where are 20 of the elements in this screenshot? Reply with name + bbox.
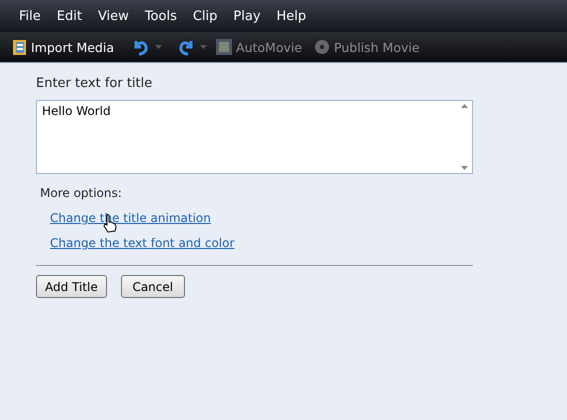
disc-icon <box>314 39 330 55</box>
dialog-button[interactable]: Add Title <box>36 275 107 298</box>
redo-icon <box>178 38 194 56</box>
menu-item[interactable]: File <box>11 8 49 24</box>
import-media-button[interactable]: Import Media <box>10 38 118 56</box>
menu-item[interactable]: Play <box>225 8 269 24</box>
film-icon <box>216 39 232 55</box>
film-folder-icon <box>13 38 27 56</box>
dialog-button[interactable]: Cancel <box>120 275 185 298</box>
title-label: Enter text for title <box>36 76 154 91</box>
menu-item[interactable]: Help <box>268 8 314 24</box>
menu-item[interactable]: Edit <box>48 8 90 24</box>
undo-icon <box>133 38 150 56</box>
menu-item[interactable]: View <box>90 8 137 24</box>
more-options-label: More options: <box>40 186 123 200</box>
caret-icon[interactable] <box>155 45 162 49</box>
option-link[interactable]: Change the text font and color <box>50 236 234 250</box>
menu-item[interactable]: Tools <box>136 8 185 24</box>
menu-item[interactable]: Clip <box>184 8 226 24</box>
caret-icon[interactable] <box>200 45 208 49</box>
